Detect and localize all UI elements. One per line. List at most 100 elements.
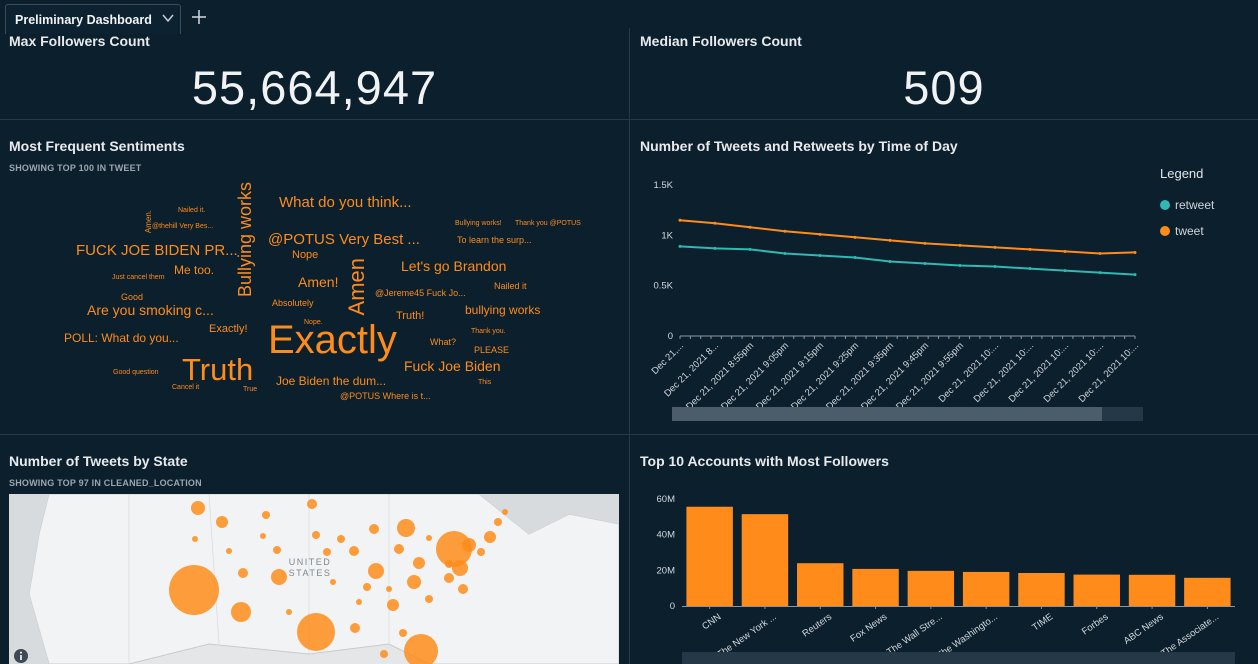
map-bubble[interactable]	[413, 557, 425, 569]
word-cloud-word[interactable]: To learn the surp...	[457, 236, 532, 245]
word-cloud-word[interactable]: POLL: What do you...	[64, 332, 179, 344]
map-bubble[interactable]	[262, 511, 270, 519]
word-cloud-word[interactable]: Amen!	[298, 275, 338, 289]
map-bubble[interactable]	[271, 569, 287, 585]
word-cloud-word[interactable]: Absolutely	[272, 299, 314, 308]
bar[interactable]	[1184, 577, 1231, 606]
map-bubble[interactable]	[444, 573, 454, 583]
word-cloud-word[interactable]: This	[478, 379, 491, 386]
word-cloud-word[interactable]: Thank you.	[471, 328, 506, 335]
map-bubble[interactable]	[323, 548, 331, 556]
map-bubble[interactable]	[192, 536, 198, 542]
map-bubble[interactable]	[380, 650, 388, 658]
word-cloud-word[interactable]: @Jereme45 Fuck Jo...	[375, 289, 466, 298]
data-point-tweet[interactable]	[1028, 247, 1032, 251]
data-point-tweet[interactable]	[678, 218, 682, 222]
map-canvas[interactable]: UNITED STATES	[9, 494, 619, 664]
data-point-tweet[interactable]	[748, 225, 752, 229]
data-point-retweet[interactable]	[818, 253, 822, 257]
map-bubble[interactable]	[462, 538, 476, 552]
word-cloud-word[interactable]: What?	[430, 338, 456, 347]
word-cloud-word[interactable]: Good	[121, 293, 143, 302]
line-chart[interactable]: 1.5K1K0.5K0Dec 21,...Dec 21, 2021 8...De…	[630, 160, 1258, 430]
word-cloud-word[interactable]: Bullying works	[235, 182, 255, 297]
word-cloud-word[interactable]: Joe Biden the dum...	[276, 375, 386, 387]
data-point-tweet[interactable]	[1098, 251, 1102, 255]
word-cloud-word[interactable]: Thank you @POTUS	[515, 220, 581, 227]
bar[interactable]	[1073, 574, 1120, 606]
map-bubble[interactable]	[425, 595, 433, 603]
data-point-retweet[interactable]	[678, 244, 682, 248]
map-bubble[interactable]	[337, 535, 345, 543]
map-bubble[interactable]	[273, 546, 281, 554]
data-point-retweet[interactable]	[923, 262, 927, 266]
bar-chart[interactable]: 60M40M20M0CNNThe New York ... Reuters Fox …	[630, 475, 1258, 664]
data-point-tweet[interactable]	[853, 235, 857, 239]
map-bubble[interactable]	[238, 568, 248, 578]
word-cloud-word[interactable]: Fuck Joe Biden	[404, 359, 501, 373]
tab-preliminary-dashboard[interactable]: Preliminary Dashboard	[5, 4, 181, 34]
map-bubble[interactable]	[386, 586, 392, 592]
word-cloud-word[interactable]: Nailed it.	[178, 207, 205, 214]
word-cloud-word[interactable]: bullying works	[465, 304, 540, 316]
word-cloud-word[interactable]: Good question	[113, 369, 159, 376]
map-bubble[interactable]	[426, 535, 432, 541]
word-cloud-word[interactable]: FUCK JOE BIDEN PR...	[76, 243, 238, 258]
map-bubble[interactable]	[368, 563, 384, 579]
word-cloud-word[interactable]: Let's go Brandon	[401, 259, 506, 273]
bar[interactable]	[852, 568, 899, 606]
map-bubble[interactable]	[216, 516, 228, 528]
map-bubble[interactable]	[502, 509, 508, 515]
word-cloud-word[interactable]: @thehill Very Bes...	[152, 223, 213, 230]
word-cloud-word[interactable]: Are you smoking c...	[87, 303, 214, 317]
word-cloud-word[interactable]: Truth	[182, 354, 253, 385]
word-cloud-word[interactable]: @POTUS Very Best ...	[268, 232, 420, 247]
legend-label-tweet[interactable]: tweet	[1175, 224, 1204, 238]
data-point-tweet[interactable]	[923, 241, 927, 245]
data-point-tweet[interactable]	[1133, 250, 1137, 254]
word-cloud-word[interactable]: Bullying works!	[455, 220, 502, 227]
data-point-tweet[interactable]	[713, 221, 717, 225]
data-point-tweet[interactable]	[818, 232, 822, 236]
map-bubble[interactable]	[387, 599, 399, 611]
data-point-tweet[interactable]	[783, 229, 787, 233]
data-point-tweet[interactable]	[1063, 249, 1067, 253]
bar[interactable]	[962, 571, 1010, 606]
map-bubble[interactable]	[226, 548, 232, 554]
state-map[interactable]: UNITED STATES	[9, 494, 619, 664]
bar[interactable]	[686, 506, 733, 606]
map-bubble[interactable]	[458, 584, 468, 594]
word-cloud-word[interactable]: What do you think...	[279, 195, 412, 210]
data-point-retweet[interactable]	[853, 255, 857, 259]
word-cloud-word[interactable]: Exactly	[268, 320, 397, 360]
data-point-retweet[interactable]	[748, 247, 752, 251]
word-cloud-word[interactable]: Nailed it	[494, 282, 527, 291]
data-point-retweet[interactable]	[1098, 271, 1102, 275]
map-bubble[interactable]	[330, 579, 336, 585]
data-point-tweet[interactable]	[958, 243, 962, 247]
map-bubble[interactable]	[397, 519, 415, 537]
word-cloud-word[interactable]: Cancel it	[172, 384, 199, 391]
word-cloud-word[interactable]: True	[243, 386, 257, 393]
bar[interactable]	[741, 514, 789, 606]
map-bubble[interactable]	[297, 613, 335, 651]
map-bubble[interactable]	[349, 546, 359, 556]
data-point-retweet[interactable]	[713, 246, 717, 250]
map-bubble[interactable]	[307, 499, 317, 509]
bar[interactable]	[797, 563, 844, 606]
word-cloud-word[interactable]: Exactly!	[209, 324, 248, 335]
map-bubble[interactable]	[445, 560, 453, 568]
word-cloud-word[interactable]: Amen.	[144, 210, 153, 233]
map-bubble[interactable]	[260, 533, 266, 539]
map-bubble[interactable]	[477, 548, 485, 556]
data-point-tweet[interactable]	[888, 238, 892, 242]
word-cloud-word[interactable]: Nope	[292, 250, 318, 261]
info-icon[interactable]	[13, 648, 29, 664]
word-cloud-word[interactable]: PLEASE	[474, 346, 509, 355]
data-point-retweet[interactable]	[783, 251, 787, 255]
map-bubble[interactable]	[399, 629, 407, 637]
map-bubble[interactable]	[356, 599, 362, 605]
data-point-retweet[interactable]	[993, 265, 997, 269]
map-bubble[interactable]	[350, 623, 360, 633]
map-bubble[interactable]	[312, 531, 320, 539]
